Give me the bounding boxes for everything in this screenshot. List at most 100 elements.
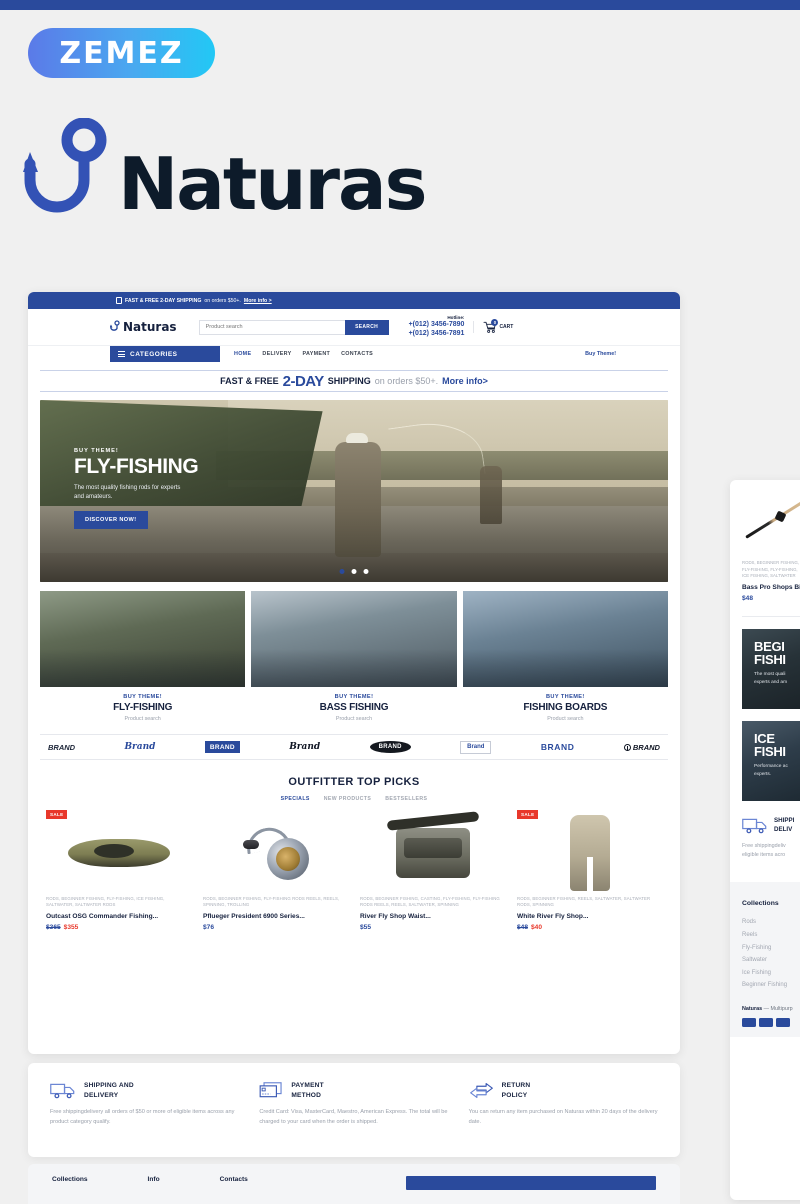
website-preview-main: FAST & FREE 2-DAY SHIPPING on orders $50… [28, 292, 680, 1054]
tab-specials[interactable]: SPECIALS [281, 796, 310, 802]
slider-dot-1[interactable] [339, 569, 345, 574]
zemez-logo-badge[interactable]: ZEMEZ [28, 28, 215, 78]
shipbar-orders: on orders $50+. [374, 376, 439, 386]
product-card[interactable]: SALE RODS, BEGINNER FISHING, FLY-FISHING… [40, 810, 197, 931]
collection-item-reels[interactable]: Reels [742, 929, 800, 942]
product-price: $55 [360, 924, 505, 931]
category-tiles: BUY THEME! FLY-FISHING Product search BU… [40, 591, 668, 722]
topbar-promo-link[interactable]: More info > [244, 298, 272, 304]
hero-fisherman [335, 432, 382, 557]
category-image-fishing-boards [462, 591, 668, 687]
sale-badge: SALE [46, 810, 68, 819]
buy-theme-link[interactable]: Buy Theme! [585, 351, 616, 357]
category-card-bass-fishing[interactable]: BUY THEME! BASS FISHING Product search [251, 591, 457, 722]
service-title-line2: DELIVERY [84, 1091, 119, 1099]
shipbar-more-info-link[interactable]: More info> [442, 376, 488, 386]
right-banner-ice-fishing[interactable]: ICE FISHI Performance ac experts. [742, 720, 800, 801]
product-old-price: $48 [517, 923, 529, 931]
nav-item-home[interactable]: HOME [234, 351, 251, 357]
tab-new-products[interactable]: NEW PRODUCTS [324, 796, 371, 802]
brand-logo-2[interactable]: Brand [124, 742, 155, 752]
product-title[interactable]: Outcast OSG Commander Fishing... [46, 913, 191, 920]
right-service-text-1: Free shippingdeliv [742, 842, 786, 849]
nav-item-delivery[interactable]: DELIVERY [262, 351, 291, 357]
service-payment-method: PAYMENT METHOD Credit Card: Visa, MasterC… [249, 1081, 458, 1157]
collection-item-fly-fishing[interactable]: Fly-Fishing [742, 942, 800, 955]
hero-rocks [40, 552, 668, 582]
brand-logos-strip: BRAND Brand BRAND Brand BRAND Brand BRAN… [40, 734, 668, 760]
service-title-line1: RETURN [501, 1082, 531, 1089]
product-card[interactable]: SALE RODS, BEGINNER FISHING, REELS, SALT… [511, 810, 668, 931]
truck-icon [50, 1082, 76, 1099]
right-banner-title-2: FISHI [754, 744, 786, 760]
brand-logo-6[interactable]: Brand [460, 740, 492, 754]
top-picks-tabs: SPECIALS NEW PRODUCTS BESTSELLERS [28, 796, 680, 802]
shipbar-fast-free: FAST & FREE [220, 376, 279, 386]
footer-subscribe-bar[interactable] [406, 1176, 656, 1190]
brand-logo-3[interactable]: BRAND [204, 741, 240, 753]
naturas-brand-logo: Naturas [22, 118, 427, 220]
right-banner-desc-1: Performance ac [754, 764, 788, 770]
topbar-promo[interactable]: FAST & FREE 2-DAY SHIPPING on orders $50… [116, 297, 272, 304]
shopping-cart-icon: 0 [483, 319, 499, 333]
site-brand[interactable]: Naturas [110, 320, 177, 334]
shipbar-two-day: 2-DAY [282, 372, 325, 390]
hero-slider-dots [339, 569, 369, 574]
categories-button[interactable]: CATEGORIES [110, 346, 220, 362]
product-title[interactable]: White River Fly Shop... [517, 913, 662, 920]
hotline-phone-2[interactable]: +(012) 3456-7891 [409, 330, 465, 339]
service-title-line2: METHOD [291, 1091, 322, 1099]
collection-item-rods[interactable]: Rods [742, 916, 800, 929]
category-card-fishing-boards[interactable]: BUY THEME! FISHING BOARDS Product search [462, 591, 668, 722]
service-text: Credit Card: Visa, MasterCard, Maestro, … [259, 1109, 448, 1125]
category-title: BASS FISHING [319, 702, 389, 713]
brand-logo-1[interactable]: BRAND [48, 743, 75, 752]
brand-logo-7[interactable]: BRAND [541, 742, 575, 752]
topbar-promo-rest: on orders $50+. [204, 297, 241, 304]
maestro-icon [776, 1017, 790, 1027]
right-banner-beginner-fishing[interactable]: BEGI FISHI The most quali experts and am [742, 628, 800, 709]
right-service-title-1: SHIPPI [774, 816, 795, 824]
right-service-text-2: eligible items acro [742, 852, 786, 859]
service-title-line1: SHIPPING AND [84, 1082, 134, 1089]
category-card-fly-fishing[interactable]: BUY THEME! FLY-FISHING Product search [40, 591, 246, 722]
collection-item-saltwater[interactable]: Saltwater [742, 954, 800, 967]
hotline-phone-1[interactable]: +(012) 3456-7890 [409, 321, 465, 330]
nav-item-payment[interactable]: PAYMENT [303, 351, 331, 357]
product-old-price: $365 [46, 923, 61, 931]
right-product-title[interactable]: Bass Pro Shops Bi... [742, 584, 800, 591]
right-banner-desc-2: experts and am [754, 680, 788, 686]
product-grid: SALE RODS, BEGINNER FISHING, FLY-FISHING… [40, 810, 668, 931]
service-title-line1: PAYMENT [291, 1082, 324, 1089]
product-search: SEARCH [198, 319, 389, 335]
product-title[interactable]: River Fly Shop Waist... [360, 913, 505, 920]
category-kicker: BUY THEME! [334, 694, 374, 700]
product-new-price: $55 [360, 923, 372, 931]
right-collections-block: Collections Rods Reels Fly-Fishing Saltw… [730, 882, 800, 1037]
collection-item-beginner-fishing[interactable]: Beginner Fishing [742, 979, 800, 992]
slider-dot-3[interactable] [363, 569, 369, 574]
brand-logo-4[interactable]: Brand [289, 742, 320, 752]
brand-logo-5[interactable]: BRAND [369, 741, 411, 753]
product-card[interactable]: RODS, BEGINNER FISHING, FLY-FISHING RODS… [197, 810, 354, 931]
product-meta: RODS, BEGINNER FISHING, FLY-FISHING, ICE… [46, 896, 165, 908]
search-button[interactable]: SEARCH [344, 319, 389, 335]
product-title[interactable]: Pflueger President 6900 Series... [203, 913, 348, 920]
brand-logo-8[interactable]: BRAND [623, 742, 660, 752]
category-kicker: BUY THEME! [545, 694, 585, 700]
tab-bestsellers[interactable]: BESTSELLERS [385, 796, 427, 802]
hero-discover-button[interactable]: DISCOVER NOW! [74, 511, 148, 530]
category-sub: Product search [335, 716, 373, 722]
website-preview-secondary: RODS, BEGINNER FISHING, FLY-FISHING, FLY… [730, 480, 800, 1200]
search-input[interactable] [198, 319, 345, 335]
cart-button[interactable]: 0 CART [473, 319, 513, 333]
collection-item-ice-fishing[interactable]: Ice Fishing [742, 967, 800, 980]
product-meta: RODS, BEGINNER FISHING, CASTING, FLY-FIS… [360, 896, 500, 908]
brand-logo-8-text: BRAND [632, 742, 660, 752]
product-new-price: $76 [203, 923, 215, 931]
product-card[interactable]: RODS, BEGINNER FISHING, CASTING, FLY-FIS… [354, 810, 511, 931]
site-footer: Collections Info Contacts [28, 1164, 680, 1204]
nav-item-contacts[interactable]: CONTACTS [341, 351, 373, 357]
hero-slider[interactable]: BUY THEME! FLY-FISHING The most quality … [40, 400, 668, 582]
slider-dot-2[interactable] [351, 569, 357, 574]
